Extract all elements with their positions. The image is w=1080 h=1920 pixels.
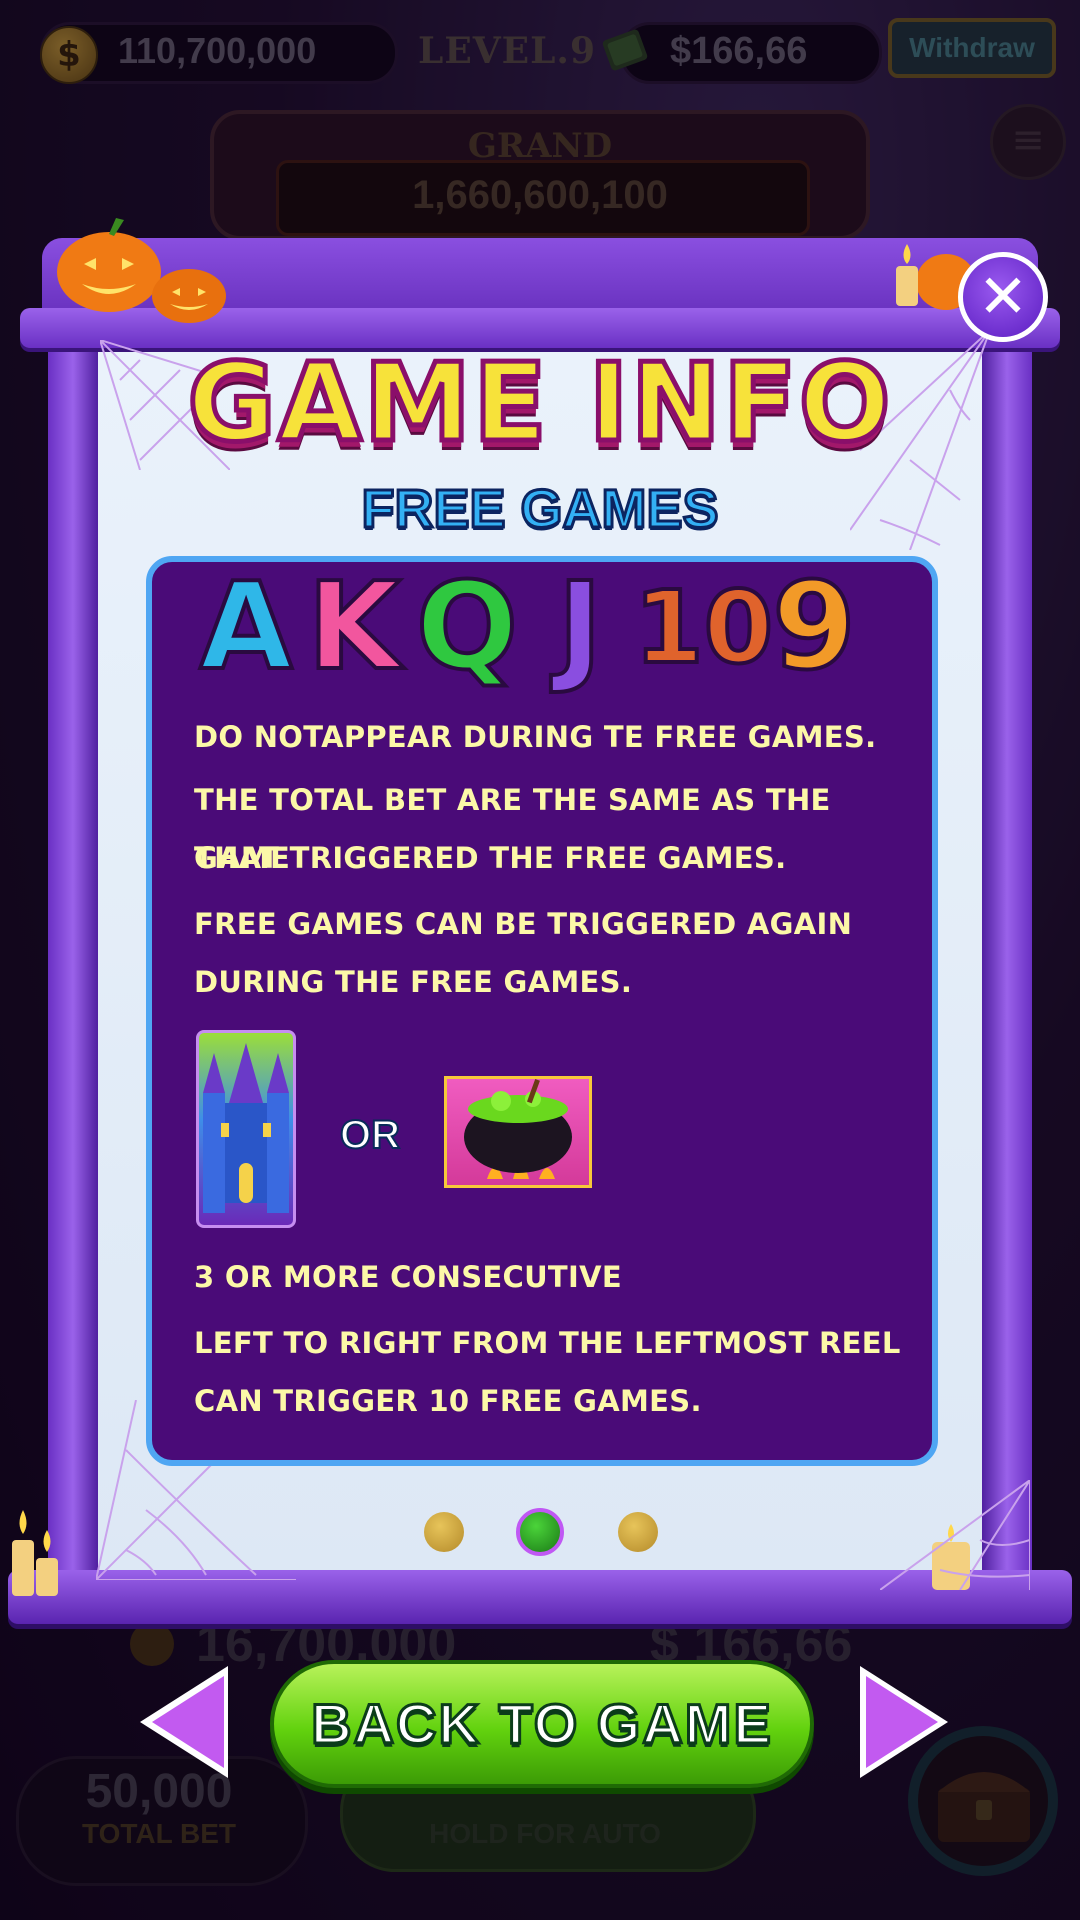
symbol-k: K: [306, 558, 403, 697]
trigger-line: LEFT TO RIGHT FROM THE LEFTMOST REEL: [194, 1326, 901, 1360]
back-to-game-label: BACK TO GAME: [310, 1691, 773, 1757]
info-line: FREE GAMES CAN BE TRIGGERED AGAIN: [194, 907, 853, 941]
pumpkin-icon: [57, 218, 161, 312]
page-subtitle: FREE GAMES: [360, 478, 720, 541]
arrow-right-icon[interactable]: [866, 1676, 938, 1768]
panel-pillar-left: [48, 330, 98, 1600]
cobweb-bottom-right-icon: [880, 1480, 1030, 1590]
symbol-10: 10: [632, 567, 775, 688]
trigger-line: CAN TRIGGER 10 FREE GAMES.: [194, 1384, 702, 1418]
symbol-9: 9: [770, 558, 858, 697]
cauldron-symbol-tile: [444, 1076, 592, 1188]
info-line: THAT TRIGGERED THE FREE GAMES.: [194, 841, 787, 875]
page-dot-2-active[interactable]: [516, 1508, 564, 1556]
arrow-left-icon[interactable]: [152, 1676, 224, 1768]
castle-symbol-tile: [196, 1030, 296, 1228]
symbol-j: J: [556, 558, 605, 697]
info-line: DO NOTAPPEAR DURING TE FREE GAMES.: [194, 720, 877, 754]
cauldron-icon: [464, 1079, 572, 1179]
page-dot-3[interactable]: [618, 1512, 658, 1552]
close-icon: ✕: [977, 262, 1029, 332]
castle-icon: [203, 1043, 289, 1213]
or-label: OR: [339, 1112, 401, 1158]
page-dot-1[interactable]: [424, 1512, 464, 1552]
info-line: DURING THE FREE GAMES.: [194, 965, 633, 999]
symbol-q: Q: [414, 558, 520, 697]
close-button[interactable]: ✕: [958, 252, 1048, 342]
page-title: GAME INFO: [185, 339, 893, 469]
symbol-a: A: [198, 558, 295, 697]
trigger-line: 3 OR MORE CONSECUTIVE: [194, 1260, 622, 1294]
small-pumpkin-icon: [152, 269, 226, 323]
candles-left-decoration: [12, 1510, 58, 1596]
